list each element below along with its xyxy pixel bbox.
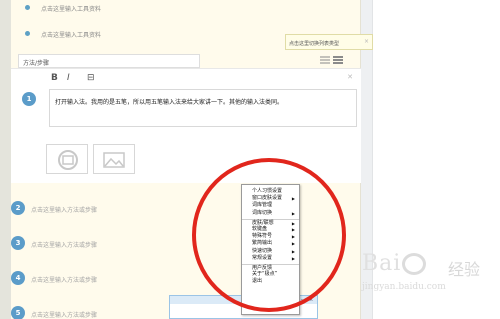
page: 点击这里输入工具资料 点击这里输入工具资料 方法/步骤 点击这里切换列表类型 ×… xyxy=(0,0,500,319)
list-type-icon[interactable] xyxy=(333,56,343,64)
image-gallery-button[interactable] xyxy=(93,144,135,174)
step-number: 3 xyxy=(11,236,25,250)
step-number: 4 xyxy=(11,271,25,285)
picture-icon xyxy=(103,152,125,168)
italic-button[interactable]: I xyxy=(67,73,70,83)
watermark-cn-text: 经验 xyxy=(448,260,481,279)
step-placeholder: 点击这里输入方法或步骤 xyxy=(31,207,98,214)
method-title-input[interactable]: 方法/步骤 xyxy=(18,54,200,68)
step-number: 5 xyxy=(11,306,25,319)
step-editor: B I ⊟ ✕ 1 打开输入法。我用的是五笔，所以用五笔输入法来给大家讲一下。其… xyxy=(11,68,361,183)
paw-icon xyxy=(402,253,426,275)
step-item[interactable]: 5 点击这里输入方法或步骤 xyxy=(11,306,98,319)
tooltip-close-icon[interactable]: × xyxy=(364,38,369,45)
watermark-logo-text: Bai xyxy=(362,251,402,276)
step-placeholder: 点击这里输入方法或步骤 xyxy=(31,277,98,284)
tooltip-text: 点击这里切换列表类型 xyxy=(289,41,340,47)
image-upload-button[interactable] xyxy=(46,144,88,174)
left-margin xyxy=(0,0,11,319)
list-icon[interactable] xyxy=(320,56,330,64)
watermark-url: jingyan.baidu.com xyxy=(362,282,446,292)
tool-item-label: 点击这里输入工具资料 xyxy=(41,6,102,13)
close-icon[interactable]: ✕ xyxy=(347,73,353,81)
step-item[interactable]: 4 点击这里输入方法或步骤 xyxy=(11,271,98,285)
image-upload-icon xyxy=(58,150,78,170)
step-text-input[interactable]: 打开输入法。我用的是五笔，所以用五笔输入法来给大家讲一下。其他的输入法类同。 xyxy=(49,89,357,127)
step-item[interactable]: 2 点击这里输入方法或步骤 xyxy=(11,201,98,215)
annotation-circle xyxy=(192,158,346,312)
step-number: 1 xyxy=(22,92,36,106)
step-placeholder: 点击这里输入方法或步骤 xyxy=(31,312,98,319)
step-item[interactable]: 3 点击这里输入方法或步骤 xyxy=(11,236,98,250)
tool-item-label: 点击这里输入工具资料 xyxy=(41,32,102,39)
bold-button[interactable]: B xyxy=(51,73,58,83)
step-placeholder: 点击这里输入方法或步骤 xyxy=(31,242,98,249)
bullet-icon xyxy=(25,31,30,36)
list-type-tooltip: 点击这里切换列表类型 × xyxy=(285,34,373,50)
tool-item[interactable]: 点击这里输入工具资料 xyxy=(25,4,102,13)
step-number: 2 xyxy=(11,201,25,215)
bullet-icon xyxy=(25,5,30,10)
list-format-button[interactable]: ⊟ xyxy=(87,73,95,83)
tool-item[interactable]: 点击这里输入工具资料 xyxy=(25,30,102,39)
baidu-jingyan-watermark: Bai 经验 jingyan.baidu.com xyxy=(356,251,496,315)
